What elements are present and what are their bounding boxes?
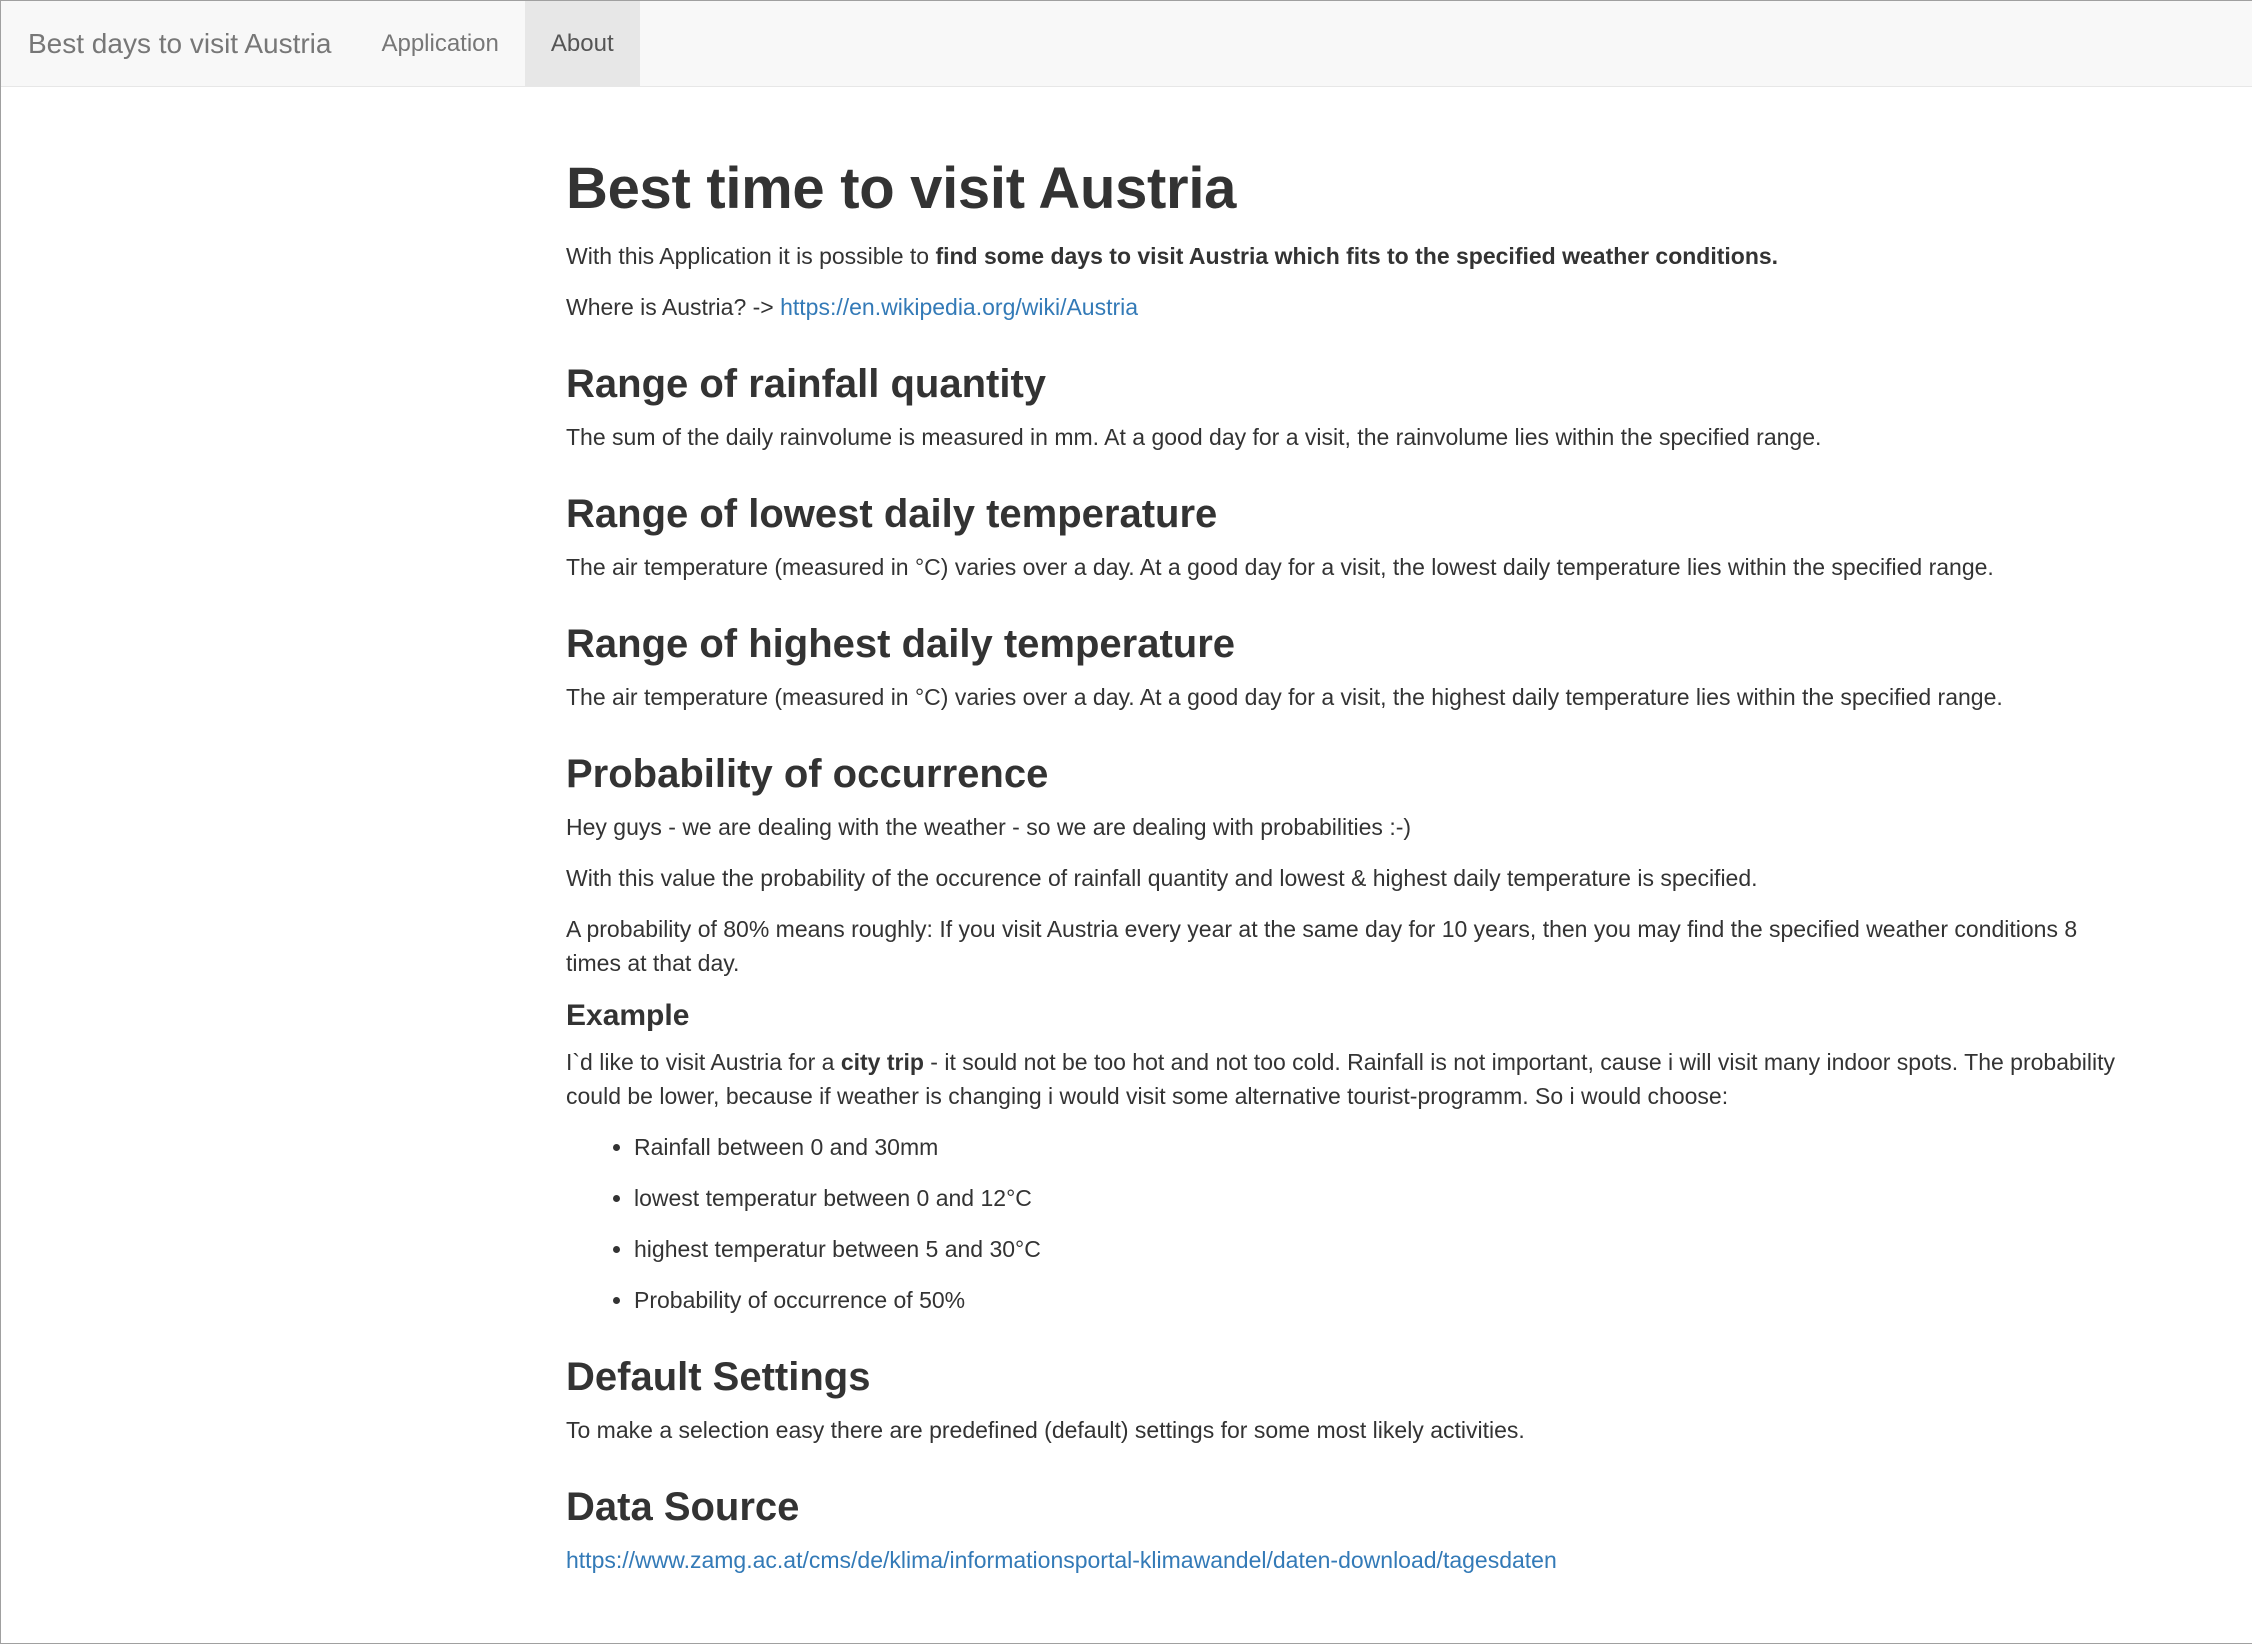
lowest-temp-text: The air temperature (measured in °C) var…: [566, 554, 1994, 580]
highest-temp-heading: Range of highest daily temperature: [566, 622, 1236, 666]
example-prefix: I`d like to visit Austria for a: [566, 1049, 841, 1075]
where-paragraph: Where is Austria? -> https://en.wikipedi…: [566, 290, 2126, 324]
default-settings-heading: Default Settings: [566, 1355, 871, 1399]
example-paragraph: I`d like to visit Austria for a city tri…: [566, 1045, 2126, 1113]
list-item: Rainfall between 0 and 30mm: [634, 1130, 2126, 1164]
rainfall-text: The sum of the daily rainvolume is measu…: [566, 424, 1822, 450]
rainfall-heading: Range of rainfall quantity: [566, 362, 1047, 406]
default-settings-text: To make a selection easy there are prede…: [566, 1417, 1525, 1443]
list-item: Probability of occurrence of 50%: [634, 1283, 2126, 1317]
wikipedia-link[interactable]: https://en.wikipedia.org/wiki/Austria: [780, 294, 1138, 320]
example-heading: Example: [566, 999, 690, 1032]
intro-paragraph: With this Application it is possible to …: [566, 239, 2126, 273]
page-title: Best time to visit Austria: [566, 156, 1237, 221]
list-item: highest temperatur between 5 and 30°C: [634, 1232, 2126, 1266]
probability-text-1: Hey guys - we are dealing with the weath…: [566, 814, 1412, 840]
intro-text: With this Application it is possible to: [566, 243, 936, 269]
tab-about[interactable]: About: [524, 1, 640, 86]
navbar-brand[interactable]: Best days to visit Austria: [1, 1, 355, 86]
main-content: Best time to visit Austria With this App…: [566, 151, 2126, 1594]
data-source-paragraph: https://www.zamg.ac.at/cms/de/klima/info…: [566, 1543, 2126, 1577]
highest-temp-text: The air temperature (measured in °C) var…: [566, 684, 2003, 710]
where-text: Where is Austria? ->: [566, 294, 781, 320]
probability-text-3: A probability of 80% means roughly: If y…: [566, 916, 2078, 976]
data-source-link[interactable]: https://www.zamg.ac.at/cms/de/klima/info…: [566, 1547, 1557, 1573]
probability-heading: Probability of occurrence: [566, 752, 1049, 796]
navbar: Best days to visit Austria Application A…: [1, 1, 2252, 87]
example-list: Rainfall between 0 and 30mm lowest tempe…: [566, 1130, 2126, 1317]
intro-bold-text: find some days to visit Austria which fi…: [935, 243, 1779, 269]
probability-text-2: With this value the probability of the o…: [566, 865, 1758, 891]
lowest-temp-heading: Range of lowest daily temperature: [566, 492, 1218, 536]
example-bold-text: city trip: [840, 1049, 924, 1075]
data-source-heading: Data Source: [566, 1485, 800, 1529]
list-item: lowest temperatur between 0 and 12°C: [634, 1181, 2126, 1215]
tab-application[interactable]: Application: [355, 1, 524, 86]
page: Best days to visit Austria Application A…: [0, 0, 2252, 1644]
